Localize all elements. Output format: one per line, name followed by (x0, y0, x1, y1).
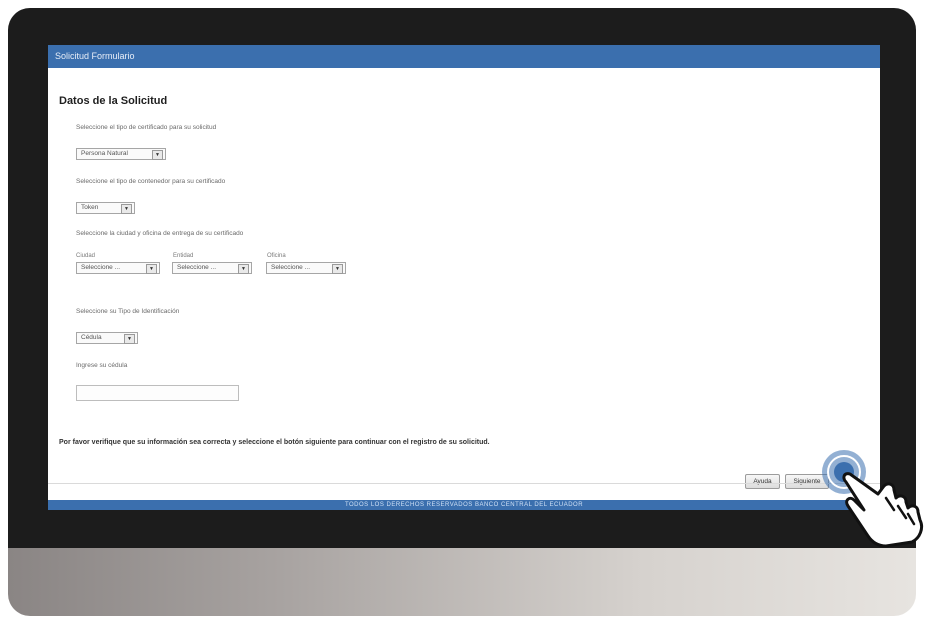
city-select[interactable]: Seleccione ... ▼ (76, 262, 160, 274)
cedula-label: Ingrese su cédula (76, 362, 128, 369)
footer-divider (48, 483, 880, 484)
chevron-down-icon: ▼ (121, 204, 132, 214)
hand-pointer-icon (822, 450, 924, 548)
office-select[interactable]: Seleccione ... ▼ (266, 262, 346, 274)
footer-copyright: TODOS LOS DERECHOS RESERVADOS BANCO CENT… (48, 500, 880, 510)
cedula-input[interactable] (76, 385, 239, 401)
city-label: Ciudad (76, 253, 96, 259)
chevron-down-icon: ▼ (124, 334, 135, 344)
office-value: Seleccione ... (271, 264, 311, 271)
id-type-question: Seleccione su Tipo de Identificación (76, 308, 180, 315)
help-button[interactable]: Ayuda (745, 474, 780, 489)
verification-notice: Por favor verifique que su información s… (59, 439, 490, 446)
id-type-value: Cédula (81, 334, 102, 341)
chevron-down-icon: ▼ (332, 264, 343, 274)
chevron-down-icon: ▼ (238, 264, 249, 274)
container-type-question: Seleccione el tipo de contenedor para su… (76, 178, 226, 185)
window-title: Solicitud Formulario (48, 45, 880, 68)
cert-type-select[interactable]: Persona Natural ▼ (76, 148, 166, 160)
entity-value: Seleccione ... (177, 264, 217, 271)
container-type-select[interactable]: Token ▼ (76, 202, 135, 214)
city-office-question: Seleccione la ciudad y oficina de entreg… (76, 230, 244, 237)
entity-select[interactable]: Seleccione ... ▼ (172, 262, 252, 274)
entity-label: Entidad (173, 253, 194, 259)
id-type-select[interactable]: Cédula ▼ (76, 332, 138, 344)
cert-type-question: Seleccione el tipo de certificado para s… (76, 124, 217, 131)
monitor-stand (8, 548, 916, 616)
section-title: Datos de la Solicitud (59, 95, 168, 107)
chevron-down-icon: ▼ (146, 264, 157, 274)
chevron-down-icon: ▼ (152, 150, 163, 160)
cert-type-value: Persona Natural (81, 150, 128, 157)
container-type-value: Token (81, 204, 99, 211)
office-label: Oficina (267, 253, 286, 259)
browser-screen: Solicitud Formulario Datos de la Solicit… (48, 45, 880, 510)
city-value: Seleccione ... (81, 264, 121, 271)
